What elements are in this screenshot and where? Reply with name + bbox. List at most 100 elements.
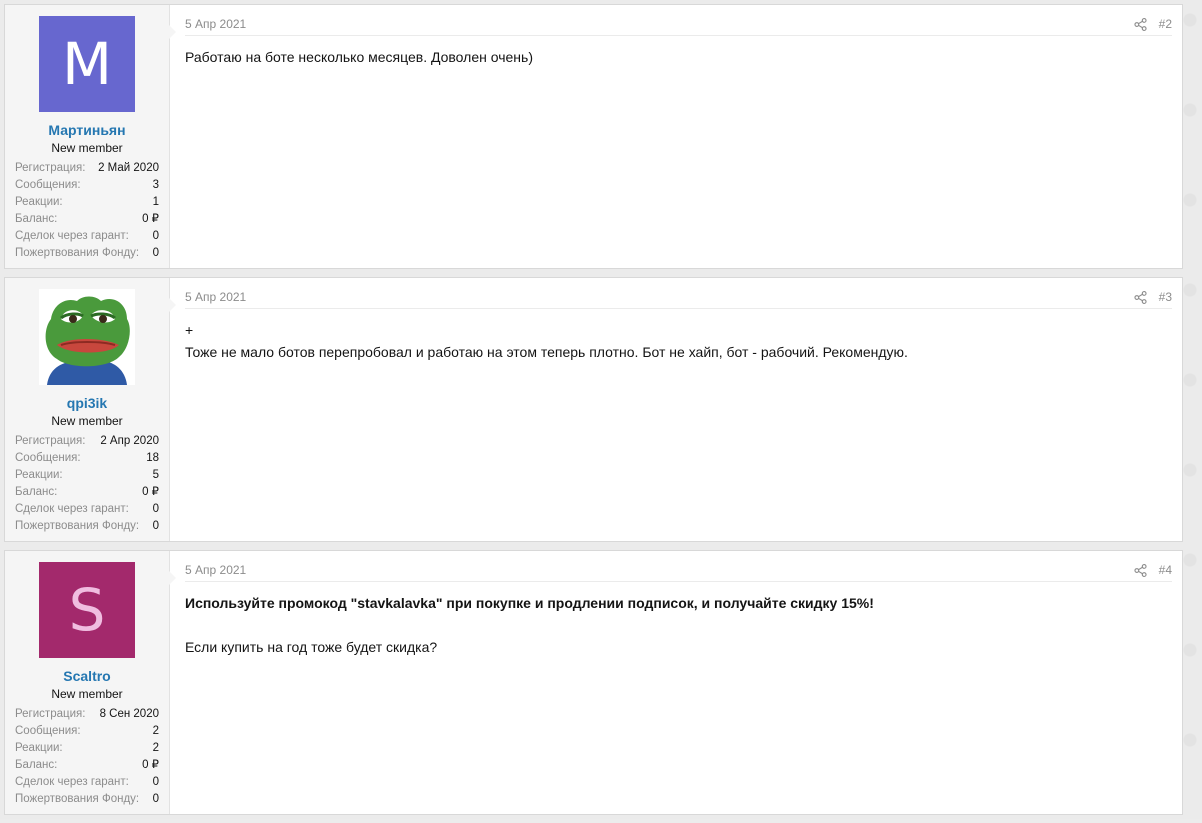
stat-reactions: Реакции: 1 [15, 194, 159, 211]
post-text: Если купить на год тоже будет скидка? [185, 639, 438, 655]
user-cell: M Мартиньян New member Регистрация: 2 Май… [5, 5, 176, 268]
stat-key: Пожертвования Фонду: [15, 247, 140, 259]
stat-value: 0 [152, 230, 159, 242]
pepe-frog-icon [45, 296, 130, 385]
stat-value: 18 [146, 452, 159, 464]
stat-key: Реакции: [15, 469, 63, 481]
stat-key: Сделок через гарант: [15, 776, 129, 788]
stat-key: Регистрация: [15, 162, 86, 174]
avatar[interactable] [39, 289, 135, 385]
stat-key: Баланс: [15, 213, 58, 225]
post-header: 5 Апр 2021 #2 [185, 17, 1172, 36]
share-icon[interactable] [1134, 563, 1147, 577]
post-date[interactable]: 5 Апр 2021 [185, 17, 246, 31]
post-body: Работаю на боте несколько месяцев. Довол… [185, 46, 1172, 68]
stat-registration: Регистрация: 2 Май 2020 [15, 160, 159, 177]
post-text: Работаю на боте несколько месяцев. Довол… [185, 49, 533, 65]
post-actions: #3 [1134, 290, 1172, 304]
post-date[interactable]: 5 Апр 2021 [185, 290, 246, 304]
post-header: 5 Апр 2021 #4 [185, 563, 1172, 582]
stat-value: 3 [152, 179, 159, 191]
avatar[interactable]: S [39, 562, 135, 658]
stat-reactions: Реакции: 5 [15, 467, 159, 484]
stat-value: 5 [152, 469, 159, 481]
post-text: Тоже не мало ботов перепробовал и работа… [185, 344, 908, 360]
stat-messages: Сообщения: 2 [15, 723, 159, 740]
stat-key: Сообщения: [15, 179, 81, 191]
user-title: New member [51, 414, 123, 428]
stat-value: 2 [152, 742, 159, 754]
post-actions: #2 [1134, 17, 1172, 31]
stat-key: Баланс: [15, 486, 58, 498]
stat-value: 0 [152, 793, 159, 805]
avatar-letter: S [68, 576, 106, 644]
post-number[interactable]: #3 [1159, 290, 1172, 304]
stat-messages: Сообщения: 18 [15, 450, 159, 467]
post-number[interactable]: #4 [1159, 563, 1172, 577]
share-icon[interactable] [1134, 290, 1147, 304]
stat-value: 0 ₽ [142, 213, 159, 225]
user-stats: Регистрация: 2 Май 2020 Сообщения: 3 Реакц… [15, 160, 159, 262]
stat-value: 2 [152, 725, 159, 737]
user-stats: Регистрация: 2 Апр 2020 Сообщения: 18 Реак… [15, 433, 159, 535]
user-cell: S Scaltro New member Регистрация: 8 Сен 2… [5, 551, 176, 814]
post-content: 5 Апр 2021 #3 + Тоже не мало ботов переп… [170, 278, 1182, 541]
user-stats: Регистрация: 8 Сен 2020 Сообщения: 2 Реакц… [15, 706, 159, 808]
stat-value: 2 Апр 2020 [100, 435, 159, 447]
stat-donations: Пожертвования Фонду: 0 [15, 245, 159, 262]
username[interactable]: Scaltro [5, 668, 169, 684]
stat-messages: Сообщения: 3 [15, 177, 159, 194]
post-actions: #4 [1134, 563, 1172, 577]
stat-guarantee-deals: Сделок через гарант: 0 [15, 501, 159, 518]
stat-value: 0 [152, 247, 159, 259]
stat-balance: Баланс: 0 ₽ [15, 211, 159, 228]
stat-registration: Регистрация: 8 Сен 2020 [15, 706, 159, 723]
stat-guarantee-deals: Сделок через гарант: 0 [15, 228, 159, 245]
avatar[interactable]: M [39, 16, 135, 112]
stat-key: Регистрация: [15, 435, 86, 447]
stat-key: Сделок через гарант: [15, 230, 129, 242]
post-body: Используйте промокод "stavkalavka" при п… [185, 592, 1172, 658]
username[interactable]: Мартиньян [5, 122, 169, 138]
post-2: M Мартиньян New member Регистрация: 2 Май… [4, 4, 1183, 269]
stat-value: 0 [152, 520, 159, 532]
stat-reactions: Реакции: 2 [15, 740, 159, 757]
username[interactable]: qpi3ik [5, 395, 169, 411]
thread: M Мартиньян New member Регистрация: 2 Май… [4, 4, 1183, 823]
stat-donations: Пожертвования Фонду: 0 [15, 518, 159, 535]
stat-value: 2 Май 2020 [98, 162, 159, 174]
post-body: + Тоже не мало ботов перепробовал и рабо… [185, 319, 1172, 363]
stat-value: 1 [152, 196, 159, 208]
stat-value: 0 ₽ [142, 486, 159, 498]
stat-value: 0 ₽ [142, 759, 159, 771]
post-text: + [185, 322, 194, 338]
post-4: S Scaltro New member Регистрация: 8 Сен 2… [4, 550, 1183, 815]
post-content: 5 Апр 2021 #4 Используйте промокод "stav… [170, 551, 1182, 814]
post-3: qpi3ik New member Регистрация: 2 Апр 2020… [4, 277, 1183, 542]
stat-key: Сообщения: [15, 452, 81, 464]
post-number[interactable]: #2 [1159, 17, 1172, 31]
user-title: New member [51, 687, 123, 701]
stat-key: Реакции: [15, 196, 63, 208]
stat-value: 8 Сен 2020 [99, 708, 159, 720]
user-title: New member [51, 141, 123, 155]
stat-balance: Баланс: 0 ₽ [15, 484, 159, 501]
post-text-bold: Используйте промокод "stavkalavka" при п… [185, 595, 874, 611]
stat-key: Пожертвования Фонду: [15, 793, 140, 805]
user-cell: qpi3ik New member Регистрация: 2 Апр 2020… [5, 278, 176, 541]
post-header: 5 Апр 2021 #3 [185, 290, 1172, 309]
stat-key: Сделок через гарант: [15, 503, 129, 515]
stat-key: Сообщения: [15, 725, 81, 737]
post-content: 5 Апр 2021 #2 Работаю на боте несколько … [170, 5, 1182, 268]
stat-key: Реакции: [15, 742, 63, 754]
stat-key: Баланс: [15, 759, 58, 771]
stat-key: Регистрация: [15, 708, 86, 720]
stat-guarantee-deals: Сделок через гарант: 0 [15, 774, 159, 791]
stat-registration: Регистрация: 2 Апр 2020 [15, 433, 159, 450]
stat-balance: Баланс: 0 ₽ [15, 757, 159, 774]
stat-key: Пожертвования Фонду: [15, 520, 140, 532]
stat-value: 0 [152, 503, 159, 515]
share-icon[interactable] [1134, 17, 1147, 31]
post-date[interactable]: 5 Апр 2021 [185, 563, 246, 577]
